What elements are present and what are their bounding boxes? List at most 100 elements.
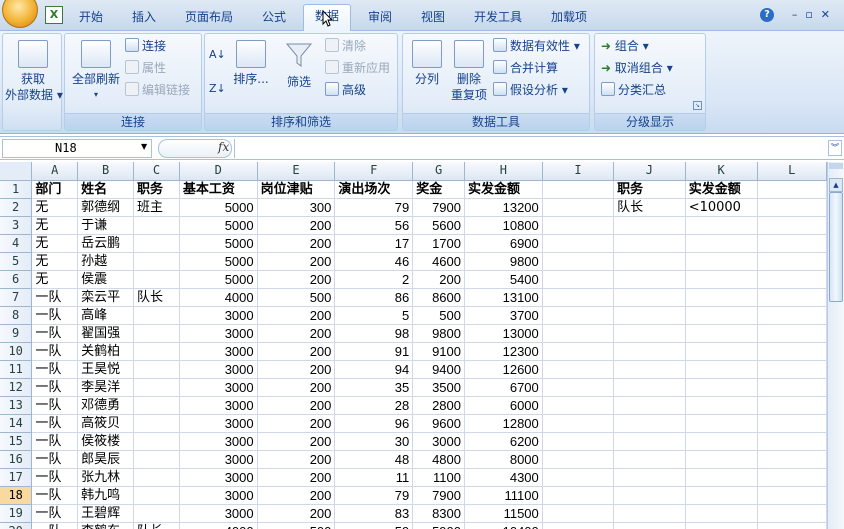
cell[interactable]: 无 xyxy=(31,198,79,217)
cell[interactable]: 4600 xyxy=(412,252,465,271)
clear-button[interactable]: 清除 xyxy=(325,36,366,56)
cell[interactable] xyxy=(613,252,686,271)
cell[interactable]: 28 xyxy=(334,396,414,415)
cell[interactable]: 9600 xyxy=(412,414,465,433)
cell[interactable]: 无 xyxy=(31,234,79,253)
cell[interactable] xyxy=(757,360,827,379)
cell[interactable] xyxy=(542,270,615,289)
cell[interactable]: 一队 xyxy=(31,432,79,451)
cell[interactable]: 9800 xyxy=(464,252,543,271)
cell[interactable] xyxy=(542,198,615,217)
cell[interactable]: 2 xyxy=(334,270,414,289)
sort-asc-button[interactable]: A↓ xyxy=(209,44,226,64)
cell[interactable]: 侯震 xyxy=(77,270,135,289)
cell[interactable]: 10800 xyxy=(464,216,543,235)
cell[interactable]: 3000 xyxy=(179,450,258,469)
cell[interactable] xyxy=(613,450,686,469)
cell[interactable]: 200 xyxy=(257,234,336,253)
cell[interactable]: 3000 xyxy=(179,486,258,505)
cell[interactable]: 于谦 xyxy=(77,216,135,235)
filter-button[interactable]: 筛选 xyxy=(277,40,321,90)
cell[interactable]: 86 xyxy=(334,288,414,307)
row-header[interactable]: 2 xyxy=(0,198,33,217)
tab-review[interactable]: 审阅 xyxy=(358,6,402,31)
cell[interactable]: 一队 xyxy=(31,306,79,325)
cell[interactable]: 200 xyxy=(257,450,336,469)
cell[interactable]: 演出场次 xyxy=(334,180,414,199)
cell[interactable]: 翟国强 xyxy=(77,324,135,343)
remove-duplicates-button[interactable]: 删除 重复项 xyxy=(449,40,489,103)
cell[interactable] xyxy=(757,414,827,433)
cell[interactable] xyxy=(542,360,615,379)
cell[interactable] xyxy=(757,468,827,487)
cell[interactable]: 200 xyxy=(257,378,336,397)
formula-input[interactable] xyxy=(234,139,824,158)
cell[interactable] xyxy=(133,216,180,235)
ungroup-button[interactable]: ➜ 取消组合 ▾ xyxy=(601,58,673,78)
cell[interactable] xyxy=(613,396,686,415)
sort-button[interactable]: 排序... xyxy=(231,40,271,87)
cell[interactable] xyxy=(542,414,615,433)
cell[interactable] xyxy=(133,342,180,361)
cell[interactable] xyxy=(133,234,180,253)
cell[interactable]: 5900 xyxy=(412,522,465,529)
cell[interactable]: 7900 xyxy=(412,198,465,217)
cell[interactable]: 高筱贝 xyxy=(77,414,135,433)
cell[interactable]: 13100 xyxy=(464,288,543,307)
cell[interactable]: 4000 xyxy=(179,522,258,529)
row-header[interactable]: 8 xyxy=(0,306,33,325)
connections-button[interactable]: 连接 xyxy=(125,36,166,56)
cell[interactable]: 11100 xyxy=(464,486,543,505)
edit-links-button[interactable]: 编辑链接 xyxy=(125,80,190,100)
cell[interactable]: 56 xyxy=(334,216,414,235)
cell[interactable]: 6200 xyxy=(464,432,543,451)
cell[interactable]: 96 xyxy=(334,414,414,433)
cell[interactable]: 3500 xyxy=(412,378,465,397)
tab-insert[interactable]: 插入 xyxy=(121,6,167,31)
cell[interactable]: 5000 xyxy=(179,270,258,289)
column-header[interactable]: F xyxy=(334,162,414,181)
cell[interactable]: 5600 xyxy=(412,216,465,235)
cell[interactable]: 200 xyxy=(257,504,336,523)
cell[interactable]: 8300 xyxy=(412,504,465,523)
cell[interactable]: 12800 xyxy=(464,414,543,433)
row-header[interactable]: 11 xyxy=(0,360,33,379)
cell[interactable]: 实发金额 xyxy=(464,180,543,199)
split-box[interactable] xyxy=(829,163,843,169)
what-if-button[interactable]: 假设分析 ▾ xyxy=(493,80,568,100)
cell[interactable] xyxy=(757,396,827,415)
cell[interactable]: 5400 xyxy=(464,270,543,289)
row-header[interactable]: 6 xyxy=(0,270,33,289)
scroll-up-icon[interactable]: ▲ xyxy=(829,178,843,192)
cell[interactable] xyxy=(542,522,615,529)
window-controls[interactable]: –▫✕ xyxy=(792,8,838,21)
cell[interactable] xyxy=(542,432,615,451)
restore-icon[interactable]: ▫ xyxy=(805,8,820,21)
cell[interactable]: 200 xyxy=(257,306,336,325)
cell[interactable]: 11 xyxy=(334,468,414,487)
get-external-data-button[interactable]: 获取 外部数据 ▾ xyxy=(5,40,63,103)
cell[interactable]: 200 xyxy=(257,252,336,271)
row-header[interactable]: 9 xyxy=(0,324,33,343)
tab-formulas[interactable]: 公式 xyxy=(252,6,296,31)
tab-page-layout[interactable]: 页面布局 xyxy=(176,6,242,31)
cell[interactable] xyxy=(542,486,615,505)
cell[interactable]: 郎昊辰 xyxy=(77,450,135,469)
cell[interactable] xyxy=(542,234,615,253)
vertical-scrollbar[interactable]: ▲ xyxy=(827,162,844,529)
cell[interactable]: 基本工资 xyxy=(179,180,258,199)
excel-app-icon[interactable]: X xyxy=(45,6,63,24)
cell[interactable]: 一队 xyxy=(31,324,79,343)
column-header[interactable]: A xyxy=(31,162,79,181)
row-header[interactable]: 20 xyxy=(0,522,33,529)
subtotal-button[interactable]: 分类汇总 xyxy=(601,80,666,100)
cell[interactable] xyxy=(757,450,827,469)
cell[interactable] xyxy=(133,270,180,289)
cell[interactable] xyxy=(542,504,615,523)
column-header[interactable]: L xyxy=(757,162,827,181)
cell[interactable] xyxy=(613,288,686,307)
cell[interactable]: 94 xyxy=(334,360,414,379)
row-header[interactable]: 17 xyxy=(0,468,33,487)
properties-button[interactable]: 属性 xyxy=(125,58,166,78)
row-header[interactable]: 14 xyxy=(0,414,33,433)
